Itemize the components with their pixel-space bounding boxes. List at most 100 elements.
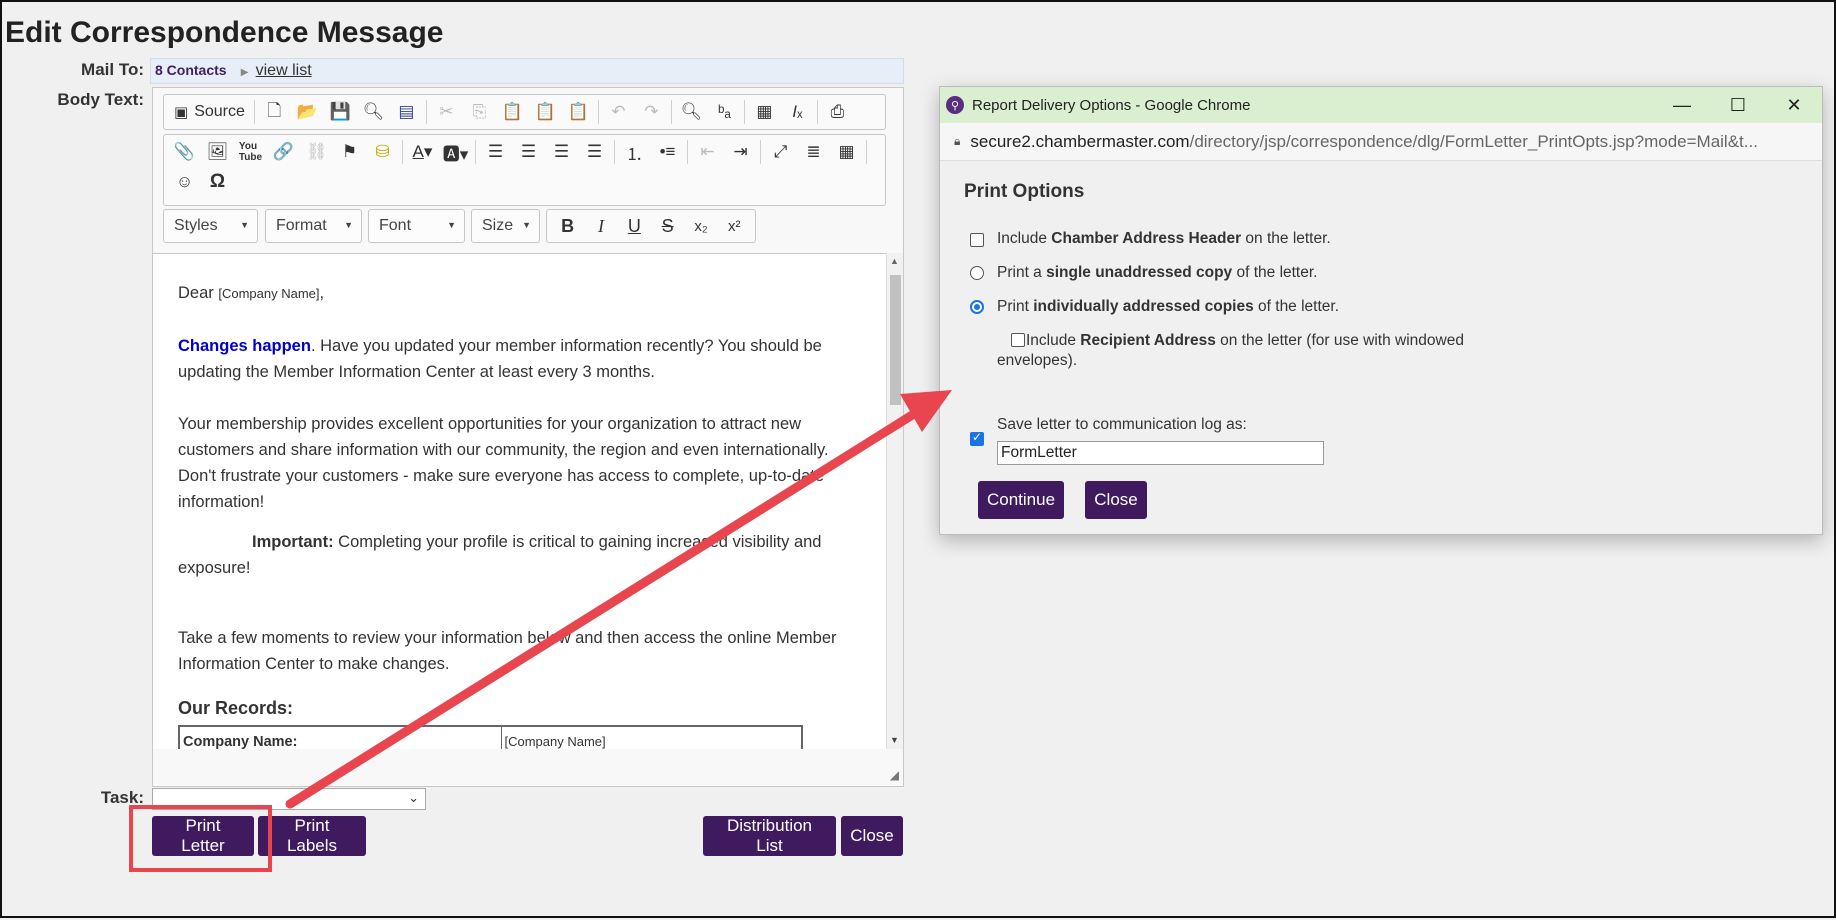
save-log-checkbox[interactable] — [970, 430, 984, 446]
save-log-label: Save letter to communication log as: — [997, 416, 1247, 433]
close-icon[interactable]: ✕ — [1766, 87, 1822, 123]
align-right-icon[interactable]: ☰ — [545, 137, 578, 167]
individual-copies-radio[interactable] — [970, 300, 984, 314]
preview-icon[interactable]: 🔍︎ — [357, 97, 390, 127]
maximize-icon[interactable]: ☐ — [1710, 87, 1766, 123]
bold-icon[interactable]: B — [551, 210, 584, 242]
redo-icon[interactable]: ↷ — [635, 97, 668, 127]
print-labels-button[interactable]: Print Labels — [258, 816, 366, 856]
editor-scrollbar[interactable]: ▲ ▼ — [886, 253, 903, 749]
dropdown-arrow-icon: ▼ — [344, 220, 353, 230]
app-icon: ⚲ — [946, 96, 964, 114]
styles-dropdown[interactable]: Styles ▼ — [163, 209, 258, 243]
dropdown-arrow-icon: ▼ — [240, 220, 249, 230]
popup-window-title: Report Delivery Options - Google Chrome — [972, 96, 1251, 114]
mail-to-bar: 8 Contacts ▶ view list — [150, 58, 904, 84]
contacts-count[interactable]: 8 Contacts — [155, 62, 227, 78]
close-button[interactable]: Close — [841, 816, 903, 856]
greeting-line: Dear [Company Name], — [178, 284, 325, 302]
replace-icon[interactable]: ᵇₐ — [708, 97, 741, 127]
save-icon[interactable]: 💾 — [324, 97, 357, 127]
link-icon[interactable]: 🔗 — [267, 137, 300, 167]
source-icon: ▣ — [174, 104, 189, 121]
paragraph-membership: Your membership provides excellent oppor… — [178, 415, 829, 511]
unlink-icon[interactable]: ⛓ — [300, 137, 333, 167]
youtube-icon[interactable]: You Tube — [234, 137, 267, 167]
scroll-down-icon[interactable]: ▼ — [890, 735, 899, 745]
paragraph-changes: Changes happen. Have you updated your me… — [178, 337, 822, 381]
superscript-icon[interactable]: x² — [718, 210, 751, 242]
dropdown-arrow-icon: ▼ — [522, 220, 531, 230]
numbered-list-icon[interactable]: ⒈ — [618, 137, 651, 167]
lock-icon: 🔒︎ — [954, 134, 961, 148]
background-color-icon[interactable]: 🅰▾ — [439, 137, 472, 167]
editor-content[interactable]: Dear [Company Name], Changes happen. Hav… — [153, 253, 888, 749]
minimize-icon[interactable]: — — [1654, 87, 1710, 123]
database-icon[interactable]: ⛁ — [366, 137, 399, 167]
underline-icon[interactable]: U — [618, 210, 651, 242]
copy-icon[interactable]: ⎘ — [463, 97, 496, 127]
anchor-flag-icon[interactable]: ⚑ — [333, 137, 366, 167]
text-color-icon[interactable]: A ▾ — [406, 137, 439, 167]
format-dropdown[interactable]: Format ▼ — [265, 209, 362, 243]
view-list-link[interactable]: view list — [256, 62, 312, 79]
remove-format-icon[interactable]: Iₓ — [781, 97, 814, 127]
expand-triangle-icon: ▶ — [240, 67, 249, 78]
strikethrough-icon[interactable]: S — [651, 210, 684, 242]
cut-icon[interactable]: ✂ — [430, 97, 463, 127]
chamber-header-checkbox[interactable] — [970, 233, 984, 247]
smiley-icon[interactable]: ☺ — [168, 167, 201, 197]
popup-url-bar[interactable]: 🔒︎ secure2.chambermaster.com/directory/j… — [940, 123, 1822, 161]
records-heading: Our Records: — [178, 698, 294, 718]
chevron-down-icon: ⌄ — [408, 790, 419, 805]
toolbar-row-2: 📎 🖼 You Tube 🔗 ⛓ ⚑ ⛁ A ▾ 🅰▾ ☰ ☰ ☰ ☰ ⒈ •≡ ⇤… — [163, 134, 886, 206]
paste-word-icon[interactable]: 📋 — [562, 97, 595, 127]
align-left-icon[interactable]: ☰ — [479, 137, 512, 167]
toolbar-separator — [760, 140, 761, 164]
italic-icon[interactable]: I — [584, 210, 617, 242]
toolbar-separator — [687, 140, 688, 164]
attachment-icon[interactable]: 📎 — [168, 137, 201, 167]
scroll-up-icon[interactable]: ▲ — [890, 256, 899, 266]
print-icon[interactable]: ⎙ — [821, 97, 854, 127]
outdent-icon[interactable]: ⇤ — [691, 137, 724, 167]
paste-text-icon[interactable]: 📋 — [529, 97, 562, 127]
subscript-icon[interactable]: x₂ — [684, 210, 717, 242]
source-button[interactable]: ▣ Source — [168, 97, 251, 127]
toolbar-separator — [670, 100, 672, 124]
undo-icon[interactable]: ↶ — [602, 97, 635, 127]
select-all-icon[interactable]: ▦ — [748, 97, 781, 127]
annotation-highlight-box — [129, 805, 272, 872]
table-icon[interactable]: ▦ — [830, 137, 863, 167]
continue-button[interactable]: Continue — [978, 481, 1064, 519]
body-text-label: Body Text: — [57, 90, 144, 109]
paragraph-review: Take a few moments to review your inform… — [178, 629, 837, 673]
font-dropdown[interactable]: Font ▼ — [368, 209, 465, 243]
size-dropdown[interactable]: Size ▼ — [471, 209, 540, 243]
horizontal-line-icon[interactable]: ≣ — [797, 137, 830, 167]
popup-close-button[interactable]: Close — [1085, 481, 1147, 519]
log-name-input[interactable] — [997, 441, 1324, 465]
indent-icon[interactable]: ⇥ — [724, 137, 757, 167]
align-justify-icon[interactable]: ☰ — [578, 137, 611, 167]
distribution-list-button[interactable]: Distribution List — [703, 816, 836, 856]
scroll-thumb[interactable] — [890, 275, 901, 405]
report-delivery-popup: ⚲ Report Delivery Options - Google Chrom… — [939, 86, 1823, 535]
paste-icon[interactable]: 📋 — [496, 97, 529, 127]
open-folder-icon[interactable]: 📂 — [291, 97, 324, 127]
align-center-icon[interactable]: ☰ — [512, 137, 545, 167]
find-icon[interactable]: 🔍︎ — [675, 97, 708, 127]
company-name-placeholder: [Company Name] — [218, 286, 320, 301]
templates-icon[interactable]: ▤ — [390, 97, 423, 127]
print-options-heading: Print Options — [964, 181, 1085, 202]
special-char-icon[interactable]: Ω — [201, 167, 234, 197]
bulleted-list-icon[interactable]: •≡ — [651, 137, 684, 167]
toolbar-separator — [816, 100, 818, 124]
new-page-icon[interactable]: 🗋 — [258, 97, 291, 127]
image-icon[interactable]: 🖼 — [201, 137, 234, 167]
resize-grip-icon[interactable]: ◢ — [890, 768, 899, 782]
text-format-group: B I U S x₂ x² — [546, 209, 756, 243]
maximize-icon[interactable]: ⤢ — [764, 137, 797, 167]
single-copy-radio[interactable] — [970, 266, 984, 280]
rich-text-editor: ▣ Source 🗋 📂 💾 🔍︎ ▤ ✂ ⎘ 📋 📋 📋 ↶ ↷ 🔍︎ ᵇₐ … — [152, 87, 904, 787]
